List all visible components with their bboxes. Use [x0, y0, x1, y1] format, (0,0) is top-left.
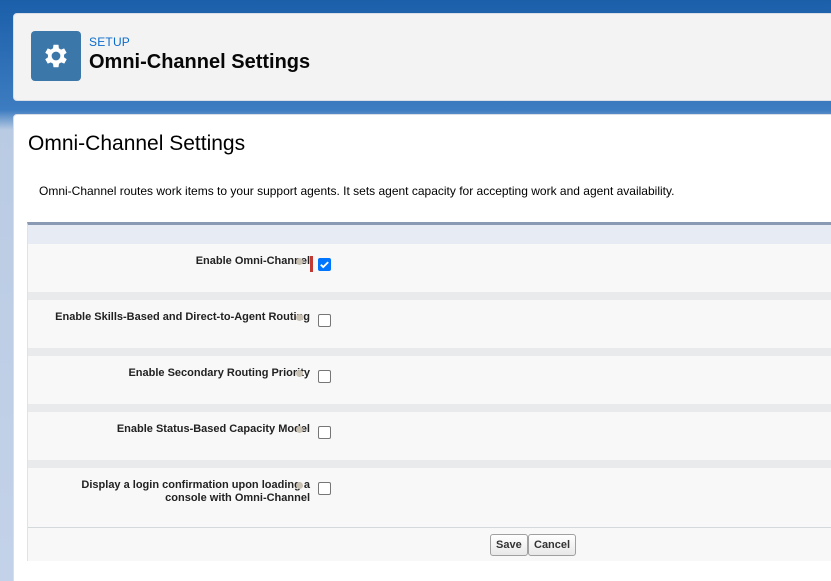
setting-label: Enable Omni-Channel [195, 255, 310, 267]
setting-row-login-confirmation: Display a login confirmation upon loadin… [28, 468, 831, 527]
row-divider [28, 460, 831, 468]
row-divider [28, 292, 831, 300]
settings-section: Enable Omni-Channel Enable Skills-Based … [27, 222, 831, 561]
setting-row-skills-routing: Enable Skills-Based and Direct-to-Agent … [28, 300, 831, 348]
login-confirmation-checkbox[interactable] [318, 482, 331, 495]
cancel-button[interactable]: Cancel [528, 534, 577, 556]
info-icon[interactable] [296, 426, 303, 433]
required-indicator [310, 256, 313, 272]
skills-routing-checkbox[interactable] [318, 314, 331, 327]
main-content: Omni-Channel Settings Omni-Channel route… [13, 114, 831, 581]
page-title: Omni-Channel Settings [28, 132, 246, 155]
row-divider [28, 404, 831, 412]
section-header [28, 225, 831, 244]
save-button[interactable]: Save [490, 534, 528, 556]
header-title: Omni-Channel Settings [89, 51, 311, 73]
info-icon[interactable] [296, 258, 303, 265]
button-bar: Save Cancel [28, 527, 831, 561]
status-capacity-checkbox[interactable] [318, 426, 331, 439]
row-divider [28, 348, 831, 356]
gear-icon [31, 31, 81, 81]
info-icon[interactable] [296, 482, 303, 489]
setting-label: Enable Skills-Based and Direct-to-Agent … [55, 311, 310, 323]
setting-row-secondary-routing: Enable Secondary Routing Priority [28, 356, 831, 404]
secondary-routing-checkbox[interactable] [318, 370, 331, 383]
setting-label: Enable Secondary Routing Priority [128, 367, 310, 379]
info-icon[interactable] [296, 314, 303, 321]
setting-label: Display a login confirmation upon loadin… [81, 479, 310, 504]
page-header: SETUP Omni-Channel Settings [13, 13, 831, 101]
setting-row-status-capacity: Enable Status-Based Capacity Model [28, 412, 831, 460]
breadcrumb[interactable]: SETUP [89, 35, 130, 49]
page-description: Omni-Channel routes work items to your s… [39, 184, 675, 198]
setting-label: Enable Status-Based Capacity Model [116, 423, 310, 435]
setting-row-enable-omni-channel: Enable Omni-Channel [28, 244, 831, 292]
enable-omni-channel-checkbox[interactable] [318, 258, 331, 271]
info-icon[interactable] [296, 370, 303, 377]
